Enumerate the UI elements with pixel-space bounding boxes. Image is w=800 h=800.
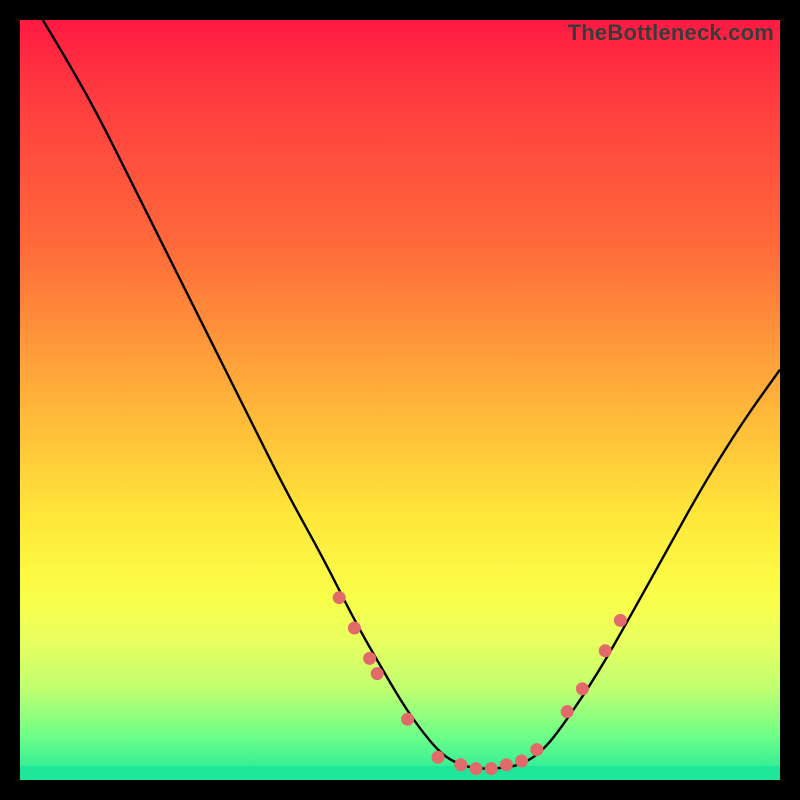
marker-dot	[454, 758, 467, 771]
chart-frame: TheBottleneck.com	[20, 20, 780, 780]
chart-svg	[20, 20, 780, 780]
marker-dot	[485, 762, 498, 775]
marker-dot	[401, 713, 414, 726]
bottleneck-curve	[43, 20, 780, 769]
marker-dot	[599, 644, 612, 657]
marker-dot	[500, 758, 513, 771]
marker-dot	[333, 591, 346, 604]
marker-dot	[348, 622, 361, 635]
marker-dot	[432, 751, 445, 764]
marker-dot	[371, 667, 384, 680]
marker-dot	[614, 614, 627, 627]
marker-dot	[515, 755, 528, 768]
marker-dot	[576, 682, 589, 695]
marker-dot	[561, 705, 574, 718]
marker-dot	[363, 652, 376, 665]
marker-dot	[470, 762, 483, 775]
marker-dot	[530, 743, 543, 756]
marker-group	[333, 591, 627, 775]
watermark-text: TheBottleneck.com	[568, 20, 774, 46]
